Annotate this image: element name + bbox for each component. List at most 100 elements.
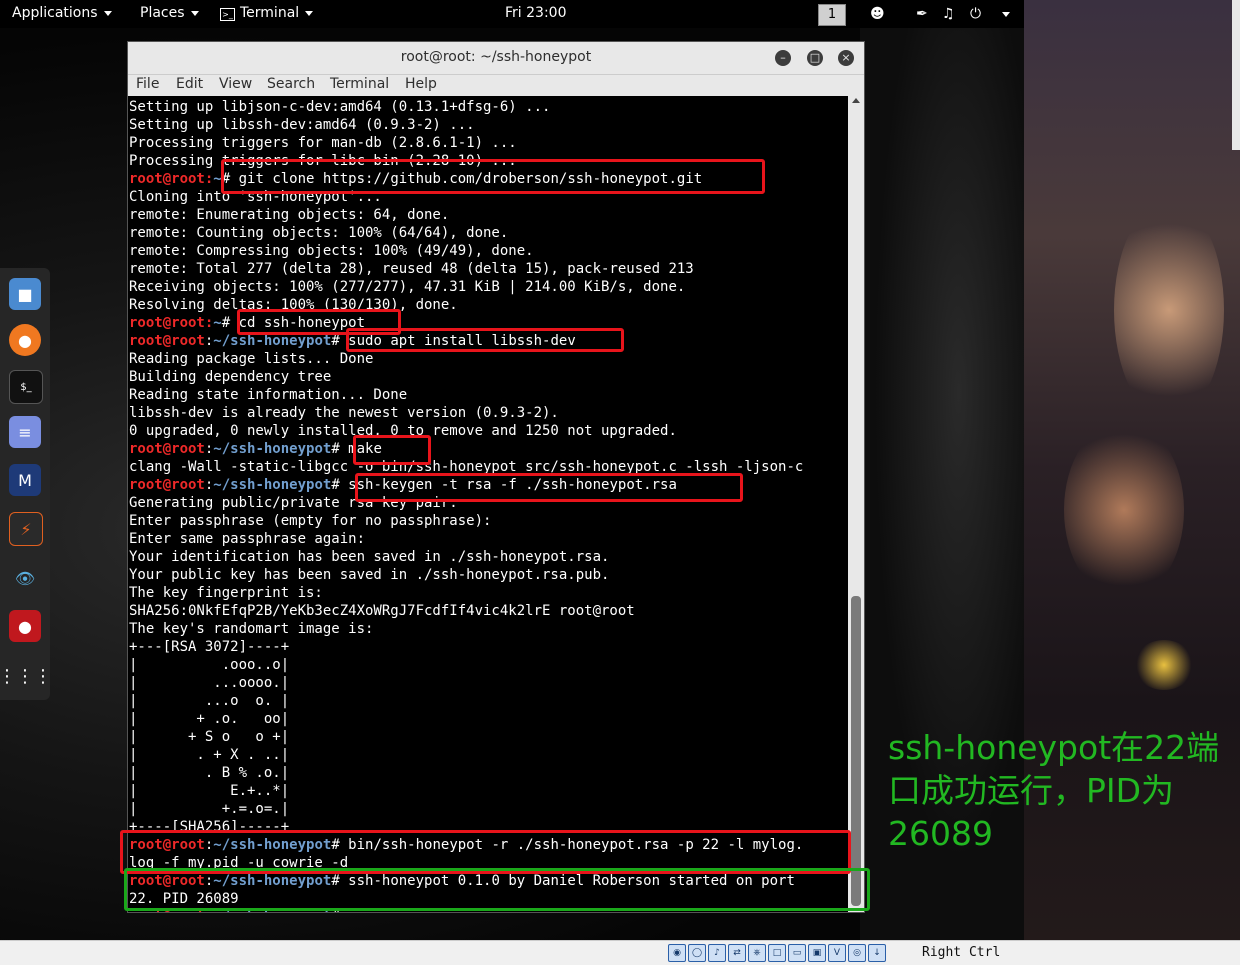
menu-file[interactable]: File [136, 76, 159, 92]
chevron-down-icon [305, 10, 314, 16]
firefox-icon[interactable]: ● [9, 324, 41, 356]
prompt-path: ~/ssh-honeypot [213, 477, 332, 493]
files-icon[interactable]: ■ [9, 278, 41, 310]
window-title: root@root: ~/ssh-honeypot [400, 49, 592, 65]
chevron-down-icon [103, 10, 112, 16]
output-line: Enter same passphrase again: [129, 531, 366, 547]
output-line: Your public key has been saved in ./ssh-… [129, 567, 610, 583]
output-line: Reading state information... Done [129, 387, 408, 403]
output-line: remote: Total 277 (delta 28), reused 48 … [129, 261, 694, 277]
output-line: Enter passphrase (empty for no passphras… [129, 513, 492, 529]
vt-x-icon[interactable]: V [828, 944, 846, 962]
output-line: Receiving objects: 100% (277/277), 47.31… [129, 279, 686, 295]
scrollbar[interactable] [848, 96, 864, 912]
top-panel: Applications Places >_ Terminal Fri 23:00… [0, 0, 1024, 28]
output-line: remote: Counting objects: 100% (64/64), … [129, 225, 509, 241]
prompt-symbol: # [331, 333, 340, 349]
terminal-app-menu[interactable]: >_ Terminal [220, 5, 314, 21]
keyboard-capture-icon[interactable]: ↓ [868, 944, 886, 962]
menu-view[interactable]: View [219, 76, 252, 92]
maximize-icon[interactable]: □ [807, 50, 823, 66]
scrollbar-thumb[interactable] [851, 596, 861, 906]
audio-icon[interactable]: ♪ [708, 944, 726, 962]
prompt-path: ~/ssh-honeypot [213, 441, 332, 457]
menu-help[interactable]: Help [405, 76, 437, 92]
minimize-icon[interactable]: – [775, 50, 791, 66]
vm-statusbar: ◉ ◯ ♪ ⇄ ⎈ □ ▭ ▣ V ◎ ↓ Right Ctrl [0, 940, 1240, 965]
host-key-label: Right Ctrl [922, 945, 1001, 960]
close-icon[interactable]: × [838, 50, 854, 66]
output-line: Reading package lists... Done [129, 351, 374, 367]
output-line: | E.+..*| [129, 783, 290, 799]
output-line: remote: Compressing objects: 100% (49/49… [129, 243, 534, 259]
workspace-indicator[interactable]: 1 [818, 4, 846, 26]
highlight-make [353, 435, 431, 465]
output-line: Processing triggers for man-db (2.8.6.1-… [129, 135, 517, 151]
places-menu[interactable]: Places [140, 5, 199, 21]
harddisk-icon[interactable]: ◉ [668, 944, 686, 962]
output-line: Setting up libssh-dev:amd64 (0.9.3-2) ..… [129, 117, 475, 133]
pen-icon[interactable]: ✒ [916, 6, 928, 22]
people-icon[interactable]: ☻ [870, 6, 885, 22]
highlight-git-clone [221, 159, 765, 194]
command-line: root@root:~/ssh-honeypot# make [129, 440, 382, 458]
menu-search[interactable]: Search [267, 76, 315, 92]
text-editor-icon[interactable]: ≡ [9, 416, 41, 448]
menu-terminal[interactable]: Terminal [330, 76, 389, 92]
output-line: | + S o o +| [129, 729, 290, 745]
eye-icon[interactable]: 👁 [9, 562, 41, 594]
prompt-user: root@root [129, 441, 205, 457]
network-icon[interactable]: ⇄ [728, 944, 746, 962]
display-icon[interactable]: ▭ [788, 944, 806, 962]
screen-record-icon[interactable]: ▣ [808, 944, 826, 962]
output-line: | . B % .o.| [129, 765, 290, 781]
highlight-ssh-keygen [355, 473, 743, 502]
scroll-up-icon[interactable] [852, 98, 860, 103]
dock: ■ ● $_ ≡ M ⚡ 👁 ● ⋮⋮⋮ [0, 268, 52, 700]
vm-status-icons: ◉ ◯ ♪ ⇄ ⎈ □ ▭ ▣ V ◎ ↓ [668, 944, 886, 962]
prompt-symbol: # [331, 441, 340, 457]
output-line: The key's randomart image is: [129, 621, 374, 637]
globe-icon[interactable]: ◎ [848, 944, 866, 962]
output-line: The key fingerprint is: [129, 585, 323, 601]
output-line: Setting up libjson-c-dev:amd64 (0.13.1+d… [129, 99, 551, 115]
terminal-menubar: File Edit View Search Terminal Help [128, 75, 864, 96]
output-line: | . + X . ..| [129, 747, 290, 763]
power-icon[interactable]: ⏻ [970, 6, 981, 22]
prompt-path: ~ [213, 315, 222, 331]
optical-drive-icon[interactable]: ◯ [688, 944, 706, 962]
output-line: +---[RSA 3072]----+ [129, 639, 290, 655]
menu-edit[interactable]: Edit [176, 76, 203, 92]
output-line: SHA256:0NkfEfqP2B/YeKb3ecZ4XoWRgJ7FcdfIf… [129, 603, 635, 619]
highlight-apt-install [346, 328, 624, 352]
metasploit-icon[interactable]: M [9, 464, 41, 496]
usb-icon[interactable]: ⎈ [748, 944, 766, 962]
prompt-symbol: # [221, 315, 231, 331]
background-window-edge [1232, 0, 1240, 150]
annotation-text: ssh-honeypot在22端口成功运行，PID为26089 [888, 728, 1220, 853]
terminal-dock-icon[interactable]: $_ [9, 370, 43, 404]
terminal-output[interactable]: Setting up libjson-c-dev:amd64 (0.13.1+d… [128, 96, 848, 912]
terminal-icon: >_ [220, 8, 235, 21]
app-grid-icon[interactable]: ⋮⋮⋮ [0, 660, 52, 692]
cherry-icon[interactable]: ● [9, 610, 41, 642]
output-line: | +.=.o=.| [129, 801, 290, 817]
highlight-honeypot-started [124, 868, 870, 911]
system-menu-chevron-icon[interactable] [996, 6, 1010, 22]
prompt-symbol: # [331, 477, 340, 493]
chevron-down-icon [190, 10, 199, 16]
prompt-user: root@root [129, 171, 205, 187]
prompt-user: root@root [129, 333, 205, 349]
output-line: Your identification has been saved in ./… [129, 549, 610, 565]
volume-icon[interactable]: ♫ [942, 6, 955, 22]
shared-folder-icon[interactable]: □ [768, 944, 786, 962]
applications-menu[interactable]: Applications [12, 5, 112, 21]
output-line: remote: Enumerating objects: 64, done. [129, 207, 450, 223]
output-line: libssh-dev is already the newest version… [129, 405, 559, 421]
burpsuite-icon[interactable]: ⚡ [9, 512, 43, 546]
window-titlebar[interactable]: root@root: ~/ssh-honeypot – □ × [128, 42, 864, 75]
output-line: | ...oooo.| [129, 675, 290, 691]
clock[interactable]: Fri 23:00 [505, 5, 566, 21]
output-line: Building dependency tree [129, 369, 332, 385]
prompt-user: root@root [129, 315, 205, 331]
